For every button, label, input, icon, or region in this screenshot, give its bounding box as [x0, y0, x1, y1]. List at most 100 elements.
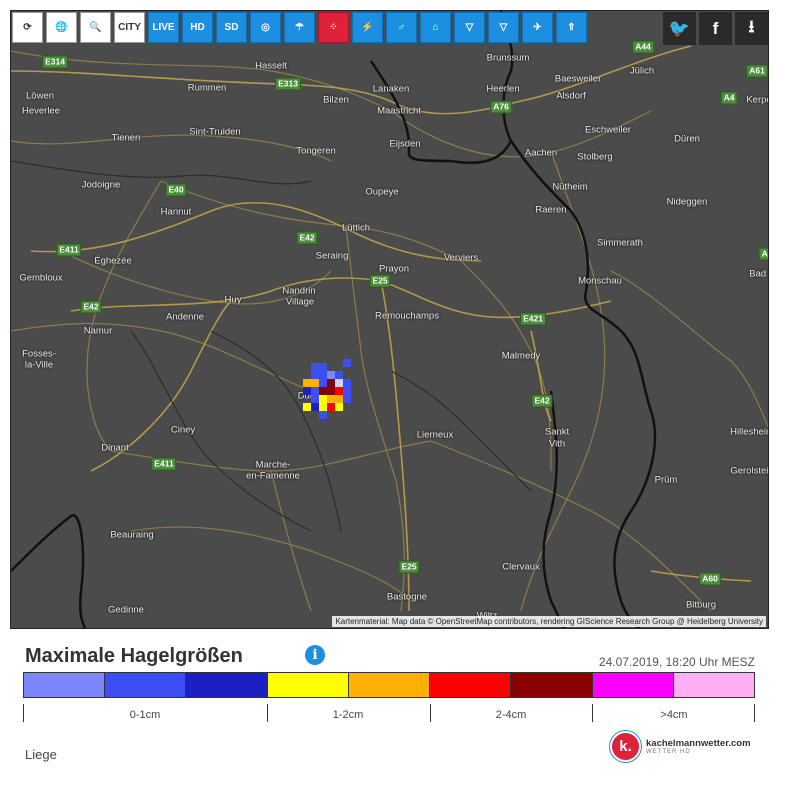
hail-cell	[311, 403, 319, 411]
legend-color-scale	[23, 672, 755, 698]
hail-cell	[327, 395, 335, 403]
legend-tick	[430, 704, 431, 722]
highway-shield: E25	[398, 560, 420, 574]
hail-cell	[327, 379, 335, 387]
rain-button[interactable]: ☂	[284, 12, 315, 43]
hail-cell	[335, 379, 343, 387]
highway-shield: E25	[369, 274, 391, 288]
city-label: Hannut	[160, 206, 192, 218]
city-label: Hasselt	[255, 60, 287, 72]
city-label: Vith	[548, 438, 566, 450]
highway-shield: A60	[699, 572, 721, 586]
city-label: Namur	[83, 325, 113, 337]
brand-logo-icon: k.	[610, 731, 641, 762]
hail-cell	[327, 387, 335, 395]
city-label: Alsdorf	[556, 90, 586, 102]
city-label: Prüm	[654, 474, 678, 486]
highway-shield: E42	[80, 300, 102, 314]
highway-shield: A44	[632, 40, 654, 54]
city-label: Gerolstein	[730, 465, 769, 477]
hail-cell	[319, 379, 327, 387]
map-attribution[interactable]: Kartenmaterial: Map data © OpenStreetMap…	[332, 616, 766, 627]
city-label: Tienen	[111, 132, 141, 144]
live-analysis-button[interactable]: LIVE	[148, 12, 179, 43]
info-icon[interactable]: i	[305, 645, 325, 665]
highway-shield: A4	[720, 91, 738, 105]
legend-swatch	[267, 673, 349, 697]
city-label: Simmerath	[597, 237, 643, 249]
hail-cell	[319, 363, 327, 371]
hail-cell	[319, 387, 327, 395]
city-label: Heverlee	[21, 105, 61, 117]
hail-cell	[311, 395, 319, 403]
legend-tick	[592, 704, 593, 722]
city-label: Beauraing	[110, 529, 154, 541]
legend-tick	[267, 704, 268, 722]
lightning-button[interactable]: ⚡	[352, 12, 383, 43]
radar-button[interactable]: ◎	[250, 12, 281, 43]
zoom-out-button[interactable]: 🔍	[80, 12, 111, 43]
legend-swatch	[348, 673, 431, 697]
reload-button[interactable]: ⟳	[12, 12, 43, 43]
tornado-2-button[interactable]: ▽	[488, 12, 519, 43]
hail-cell	[335, 371, 343, 379]
hail-button[interactable]: ⁘	[318, 12, 349, 43]
hd-button[interactable]: HD	[182, 12, 213, 43]
city-label: Lanaken	[372, 83, 410, 95]
satellite-button[interactable]: ✈	[522, 12, 553, 43]
city-label: Heerlen	[486, 83, 520, 95]
city-toggle-button[interactable]: CITY	[114, 12, 145, 43]
hail-cell	[311, 363, 319, 371]
super-hd-button[interactable]: SD	[216, 12, 247, 43]
city-label: Hillesheim	[730, 426, 768, 438]
facebook-button[interactable]: f	[699, 12, 732, 45]
city-label: Village	[285, 296, 315, 308]
wind-button[interactable]: ⇑	[556, 12, 587, 43]
globe-button[interactable]: 🌐	[46, 12, 77, 43]
city-label: Huy	[224, 294, 242, 306]
city-label: Kerpe	[746, 94, 768, 106]
hail-cell	[343, 387, 351, 395]
highway-shield: E42	[296, 231, 318, 245]
legend-ticks: 0-1cm 1-2cm 2-4cm >4cm	[23, 704, 755, 724]
city-label: Düren	[674, 133, 700, 145]
hail-cell	[343, 359, 351, 367]
temperature-button[interactable]: ♂	[386, 12, 417, 43]
city-label: Raeren	[535, 204, 567, 216]
city-label: Sint-Truiden	[189, 126, 241, 138]
highway-shield: A1	[758, 247, 768, 261]
city-label: Seraing	[315, 250, 349, 262]
hail-cell	[319, 371, 327, 379]
city-label: Gembloux	[19, 272, 63, 284]
twitter-button[interactable]: 🐦	[663, 12, 696, 45]
hail-cell	[303, 387, 311, 395]
legend-range-label: >4cm	[660, 709, 688, 721]
city-label: Bitburg	[685, 599, 717, 611]
download-button[interactable]: ⭳	[735, 12, 768, 45]
city-label: Oupeye	[365, 186, 399, 198]
city-label: Remouchamps	[375, 310, 439, 322]
legend-range-label: 1-2cm	[332, 709, 364, 721]
city-label: Brunssum	[486, 52, 530, 64]
highway-shield: E42	[531, 394, 553, 408]
highway-shield: E411	[151, 457, 177, 471]
city-label: Monschau	[578, 275, 622, 287]
brand[interactable]: k. kachelmannwetter.com WETTER HD	[610, 731, 751, 762]
highway-shield: A61	[746, 64, 768, 78]
home-button[interactable]: ⌂	[420, 12, 451, 43]
hail-cell	[327, 403, 335, 411]
hail-cell	[327, 371, 335, 379]
map-canvas[interactable]: Hasselt Lanaken Heerlen Baesweiler Jülich Bru…	[10, 10, 769, 629]
hail-cell	[311, 387, 319, 395]
city-label: Prayon	[378, 263, 410, 275]
hail-cell	[319, 403, 327, 411]
hail-cell	[303, 379, 311, 387]
brand-name: kachelmannwetter.com	[646, 738, 751, 749]
city-label: Jülich	[629, 65, 655, 77]
city-label: Lierneux	[416, 429, 454, 441]
legend-tick	[754, 704, 755, 722]
city-label: Bad M	[749, 268, 768, 280]
tornado-button[interactable]: ▽	[454, 12, 485, 43]
city-label: Lüttich	[342, 222, 370, 234]
highway-shield: E411	[56, 243, 82, 257]
